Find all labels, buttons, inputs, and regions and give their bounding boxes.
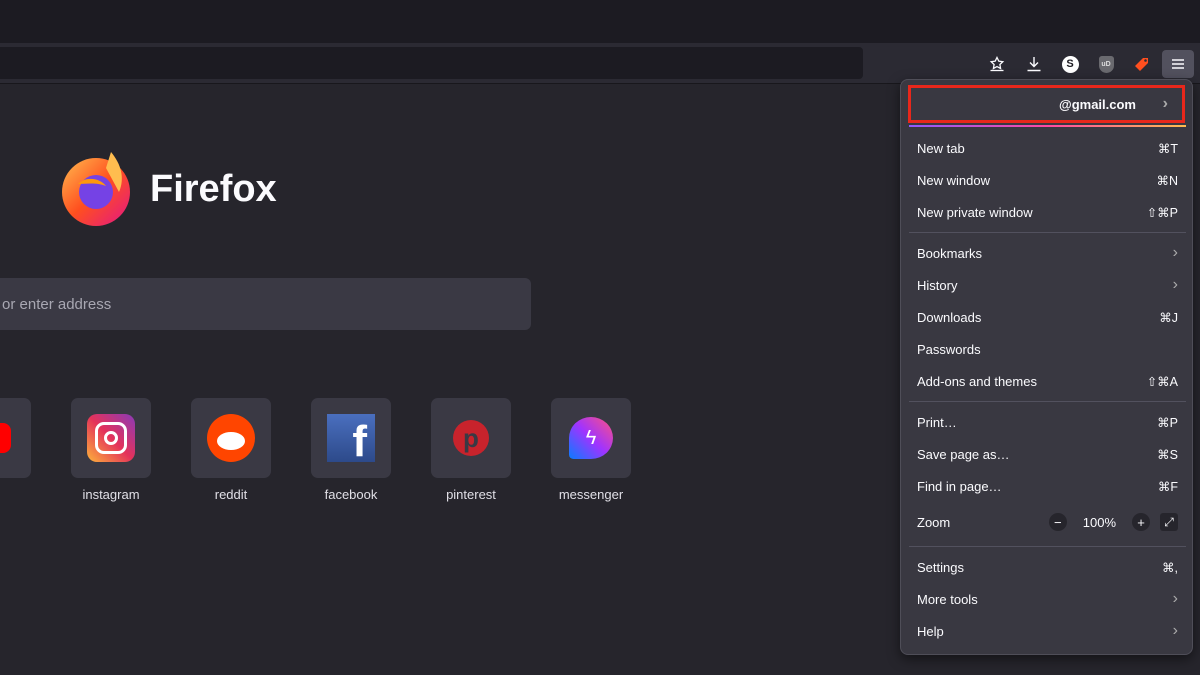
shortcut: ⌘S [1157,447,1178,462]
menu-item-addons[interactable]: Add-ons and themes ⇧⌘A [909,366,1186,396]
menu-item-history[interactable]: History › [909,270,1186,300]
menu-item-bookmarks[interactable]: Bookmarks › [909,238,1186,268]
facebook-icon: f [327,414,375,462]
zoom-out-button[interactable]: − [1048,513,1067,531]
menu-item-print[interactable]: Print… ⌘P [909,407,1186,437]
shortcut: ⌘T [1157,141,1178,156]
label: Save page as… [917,446,1010,462]
label: Downloads [917,309,982,325]
shortcut: ⇧⌘P [1146,205,1178,220]
menu-item-new-window[interactable]: New window ⌘N [909,165,1186,195]
shortcut-tile-messenger[interactable]: ϟ [551,398,631,478]
menu-item-zoom: Zoom −100% + ⤢ [909,507,1186,537]
tile-label: pinterest [446,487,496,502]
shortcut: ⌘, [1162,560,1178,575]
chevron-right-icon: › [1172,276,1178,293]
menu-item-more-tools[interactable]: More tools › [909,584,1186,614]
shortcut-tile-facebook[interactable]: f [311,398,391,478]
label: Bookmarks [917,245,983,261]
label: Settings [917,559,964,575]
instagram-icon [87,414,135,462]
label: New window [917,172,990,188]
separator [909,232,1186,233]
fullscreen-icon[interactable]: ⤢ [1160,513,1178,531]
menu-item-new-tab[interactable]: New tab ⌘T [909,133,1186,163]
shortcut-tile-pinterest[interactable]: p [431,398,511,478]
tile-label: messenger [558,487,624,502]
tile-label: reddit [214,487,248,502]
tile-label: facebook [324,487,378,502]
shortcut: ⌘J [1159,310,1178,325]
app-menu-panel: @gmail.com › New tab ⌘T New window ⌘N New p… [900,79,1193,655]
menu-item-passwords[interactable]: Passwords [909,334,1186,364]
firefox-logo [56,148,136,228]
shortcut: ⇧⌘A [1146,374,1178,389]
account-email: @gmail.com [1059,96,1136,112]
ublock-icon[interactable]: uD [1090,50,1122,78]
hamburger-menu-icon[interactable] [1162,50,1194,78]
downloads-icon[interactable] [1018,50,1050,78]
url-bar[interactable] [0,47,863,79]
label: New private window [917,204,1033,220]
label: Zoom [917,514,951,530]
label: More tools [917,591,978,607]
bookmark-star-icon[interactable] [981,50,1013,78]
tab-strip [0,0,1200,43]
shortcut-tile-instagram[interactable] [71,398,151,478]
account-button[interactable]: @gmail.com › [908,85,1185,123]
label: Help [917,623,944,639]
zoom-level: 100% [1082,514,1116,530]
menu-item-new-private-window[interactable]: New private window ⇧⌘P [909,197,1186,227]
menu-item-save-page[interactable]: Save page as… ⌘S [909,439,1186,469]
shortcut-tile-reddit[interactable] [191,398,271,478]
tile-label: be [0,487,51,502]
search-input[interactable]: or enter address [0,278,531,330]
extension-tag-icon[interactable] [1126,50,1158,78]
pinterest-icon: p [453,420,489,456]
label: Add-ons and themes [917,373,1037,389]
tile-label: instagram [82,487,140,502]
menu-item-find-in-page[interactable]: Find in page… ⌘F [909,471,1186,501]
label: History [917,277,958,293]
shortcut-tile-youtube[interactable] [0,398,31,478]
shortcut: ⌘P [1157,415,1178,430]
extension-s-icon[interactable]: S [1054,50,1086,78]
label: Find in page… [917,478,1002,494]
label: New tab [917,140,965,156]
label: Print… [917,414,957,430]
shortcut: ⌘N [1156,173,1178,188]
menu-item-help[interactable]: Help › [909,616,1186,646]
messenger-icon: ϟ [569,417,613,459]
chevron-right-icon: › [1172,590,1178,607]
zoom-in-button[interactable]: + [1132,513,1150,531]
firefox-wordmark: Firefox [150,168,277,210]
account-divider [909,125,1186,127]
menu-item-settings[interactable]: Settings ⌘, [909,552,1186,582]
chevron-right-icon: › [1162,95,1168,112]
separator [909,401,1186,402]
reddit-icon [207,414,255,462]
menu-item-downloads[interactable]: Downloads ⌘J [909,302,1186,332]
chevron-right-icon: › [1172,244,1178,261]
chevron-right-icon: › [1172,622,1178,639]
label: Passwords [917,341,981,357]
separator [909,546,1186,547]
shortcut: ⌘F [1157,479,1178,494]
